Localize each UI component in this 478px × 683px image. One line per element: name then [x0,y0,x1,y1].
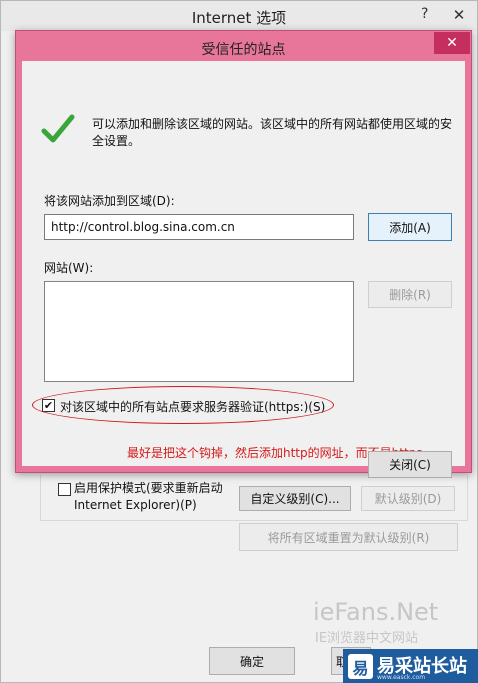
add-site-button[interactable]: 添加(A) [368,213,452,241]
trusted-sites-dialog: 受信任的站点 ✕ 可以添加和删除该区域的网站。该区域中的所有网站都使用区域的安全… [15,30,472,478]
sites-list[interactable] [44,281,354,382]
watermark-title: ieFans.Net [313,598,439,626]
brand-badge: 易 易采站长站 www.easck.com [343,649,478,683]
ok-button[interactable]: 确定 [209,647,295,675]
default-level-button[interactable]: 默认级别(D) [361,486,455,511]
brand-url: www.easck.com [377,674,426,681]
custom-level-button[interactable]: 自定义级别(C)... [239,486,351,511]
watermark-subtitle: IE浏览器中文网站 [315,631,419,646]
remove-site-button[interactable]: 删除(R) [368,281,452,308]
reset-all-zones-button[interactable]: 将所有区域重置为默认级别(R) [239,523,458,551]
parent-window-title: Internet 选项 [191,9,287,27]
annotation-ellipse [32,386,334,424]
dialog-title: 受信任的站点 [201,42,286,58]
site-url-input[interactable] [44,214,354,240]
add-site-label: 将该网站添加到区域(D): [44,194,175,208]
checkmark-icon [41,114,75,143]
sites-label: 网站(W): [44,261,94,275]
protected-mode-label-line2: Internet Explorer)(P) [74,498,197,512]
help-icon[interactable]: ? [421,6,428,22]
brand-logo-icon: 易 [348,654,373,679]
dialog-close-icon[interactable]: ✕ [434,32,470,54]
close-dialog-button[interactable]: 关闭(C) [368,451,452,478]
protected-mode-label-line1: 启用保护模式(要求重新启动 [74,481,223,495]
parent-titlebar: Internet 选项 ? ✕ [1,1,477,31]
protected-mode-checkbox[interactable] [58,483,71,496]
dialog-body: 可以添加和删除该区域的网站。该区域中的所有网站都使用区域的安全设置。 将该网站添… [22,61,465,478]
zone-info-text: 可以添加和删除该区域的网站。该区域中的所有网站都使用区域的安全设置。 [92,117,453,148]
parent-close-icon[interactable]: ✕ [441,3,477,27]
protected-mode-label: 启用保护模式(要求重新启动 Internet Explorer)(P) [74,480,234,514]
